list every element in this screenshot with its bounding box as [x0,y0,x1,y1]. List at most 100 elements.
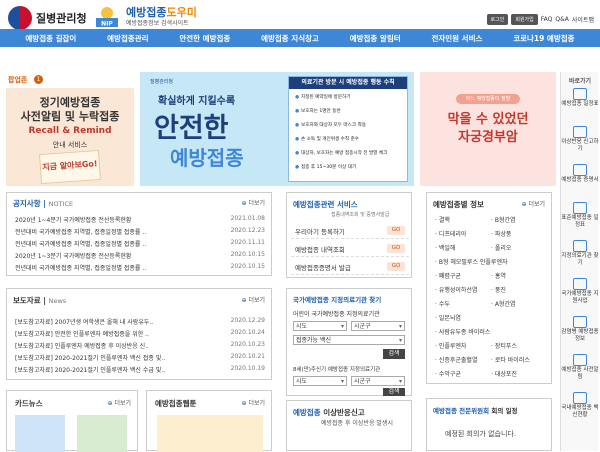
disease-item[interactable]: 결핵 [435,215,450,224]
disease-item[interactable]: 일본뇌염 [435,313,461,322]
finder-search-button[interactable]: 검색 [383,349,405,359]
service-go-badge: GO [387,226,405,235]
service-register-baby[interactable]: 우리아기 등록하기 GO [291,223,409,239]
press-row[interactable]: [보도참고자료] 2020-2021절기 인플루엔자 백신 수급 및.. [15,365,215,374]
press-row[interactable]: [보도참고자료] 인플루엔자 예방접종 후 이상반응 신.. [15,341,215,350]
adverse-desc: 예방접종 후 이상반응 발생시 [321,420,393,427]
quick-link-pre-alert[interactable]: 예방접종 사전알림 [561,354,599,380]
webtoon-panel: 예방접종웹툰 더보기 [146,390,272,452]
disease-item[interactable]: 인플루엔자 [435,341,467,350]
disease-item[interactable]: 풍진 [491,285,506,294]
sido-select-2[interactable]: 시도 [293,376,347,386]
sigungu-select-2[interactable]: 시군구 [351,376,405,386]
quick-link-label: 이상반응 신고하기 [561,139,599,152]
disease-item[interactable]: 수두 [435,299,450,308]
disease-item[interactable]: B형 헤모필루스 인플루엔자 [435,257,508,266]
webtoon-more-link[interactable]: 더보기 [242,398,265,407]
notice-more-link[interactable]: 더보기 [242,198,265,207]
webtoon-thumb[interactable] [157,415,263,452]
disease-item[interactable]: 홍역 [491,271,506,280]
disease-item[interactable]: 디프테리아 [435,229,467,238]
banner2-line2: 안전한 [154,113,229,144]
service-certificate-issue[interactable]: 예방접종증명서 발급 GO [291,259,409,275]
nip-logo-icon[interactable]: NIP [92,4,122,28]
sigungu-select[interactable]: 시군구 [351,321,405,331]
notice-row[interactable]: 전년대비 국가예방접종 지역별, 접종일정별 접종률 .. [15,227,215,236]
qna-link[interactable]: Q&A [555,16,569,23]
popup-banner-recall[interactable]: 정기예방접종 사전알림 및 누락접종 Recall & Remind 안내 서비… [6,88,134,186]
vaccine-select[interactable]: 접종가능 백신 [293,335,405,345]
notice-row[interactable]: 2020년 1~3분기 국가예방접종 전산등록현황 [15,251,215,260]
press-row[interactable]: [보도참고자료] 안전한 인플루엔자 예방접종을 위한 .. [15,329,215,338]
popup-count-badge[interactable]: 1 [34,75,43,84]
disease-item[interactable]: 대상포진 [491,369,517,378]
kdca-logo-icon[interactable] [8,6,32,30]
quick-link-standard-schedule[interactable]: 표준예방접종 일정표 [561,202,599,228]
nav-item-alerts[interactable]: 예방접종 알림터 [350,33,401,44]
cardnews-thumb[interactable] [77,415,127,452]
popup-banner-cervical-cancer[interactable]: 어느 예방접종이 정말 막을 수 있었던 자궁경부암 [420,72,556,186]
adverse-title-text-2: 이상반응신고 [323,408,365,417]
disease-item[interactable]: 백일해 [435,243,456,252]
nav-item-safety[interactable]: 안전한 예방접종 [179,33,230,44]
notice-panel: 공지사항 | NOTICE 더보기 2020년 1~4분기 국가예방접종 전산등… [6,192,272,276]
notice-title: 공지사항 | NOTICE [13,199,74,208]
nav-item-knowledge[interactable]: 예방접종 지식창고 [261,33,319,44]
notice-row[interactable]: 2020년 1~4분기 국가예방접종 전산등록현황 [15,215,215,224]
disease-item[interactable]: B형간염 [491,215,516,224]
committee-panel: 예방접종 전문위원회 회의 일정 예정된 회의가 없습니다. [426,398,552,451]
disease-item[interactable]: 사람유두종 바이러스 [435,327,491,336]
nav-item-covid19[interactable]: 코로나19 예방접종 [513,33,574,44]
disease-more-link[interactable]: 더보기 [522,199,545,208]
disease-item[interactable]: 폴리오 [491,243,512,252]
finder-search-button-2[interactable]: 검색 [383,388,405,396]
cardnews-thumb[interactable] [15,415,65,452]
quick-link-support-program[interactable]: 국가예방접종 지원사업 [561,278,599,304]
disease-item[interactable]: A형간염 [491,299,516,308]
quick-link-vaccine-status[interactable]: 국내예방접종 백신현황 [561,392,599,418]
disease-item[interactable]: 장티푸스 [491,341,517,350]
banner2-line1: 확실하게 지킬수록 [158,96,236,107]
quick-link-label: 지정의료기관 찾기 [561,253,599,266]
banner1-line3: Recall & Remind [28,126,112,136]
disease-item[interactable]: 로타 바이러스 [491,355,530,364]
org-name[interactable]: 질병관리청 [36,10,87,26]
signup-button[interactable]: 회원가입 [511,14,538,25]
disease-item[interactable]: 유행성이하선염 [435,285,478,294]
service-go-badge: GO [387,262,405,271]
cardnews-title: 카드뉴스 [15,399,43,408]
disease-item[interactable]: 수막구균 [435,369,461,378]
disease-item[interactable]: 신증후군출혈열 [435,355,478,364]
quick-link-certificate[interactable]: 예방접종 증명서 [561,164,599,184]
press-more-link[interactable]: 더보기 [242,295,265,304]
quick-link-schedule[interactable]: 예방접종 일정표 [561,88,599,108]
banner2-rules-box: 의료기관 방문 시 예방접종 행동 수칙 지정된 예약일에 방문하기 보호자는 … [288,76,408,182]
svg-text:NIP: NIP [101,21,113,28]
quick-link-adverse-report[interactable]: 이상반응 신고하기 [561,126,599,152]
sitemap-link[interactable]: 사이트맵 [572,15,594,24]
login-button[interactable]: 로그인 [486,14,509,25]
service-history-lookup[interactable]: 예방접종 내역조회 GO [291,241,409,257]
quick-link-clinic-finder[interactable]: 지정의료기관 찾기 [561,240,599,266]
press-row[interactable]: [보도참고자료] 2007년생 여학생은 올해 내 사람유두.. [15,317,215,326]
notice-row-date: 2020.10.15 [230,251,265,258]
vaccine-icon [573,392,587,404]
notice-row-date: 2021.01.08 [230,215,265,222]
press-row-date: 2020.10.21 [230,353,265,360]
banner2-rule: 접종 후 15~30분 이상 대기 [295,164,356,170]
nav-item-guide[interactable]: 예방접종 길잡이 [25,33,76,44]
cardnews-more-link[interactable]: 더보기 [108,398,131,407]
faq-link[interactable]: FAQ [541,16,553,23]
disease-item[interactable]: 폐렴구균 [435,271,461,280]
services-subtitle: 접종내역조회 및 증명서발급 [331,212,390,218]
notice-row[interactable]: 전년대비 국가예방접종 지역별, 접종일정별 접종률 .. [15,263,215,272]
quick-link-disease-info[interactable]: 감염병 예방접종 정보 [561,316,599,342]
nav-item-management[interactable]: 예방접종관리 [107,33,148,44]
popup-banner-safe-vaccination[interactable]: 질병관리청 확실하게 지킬수록 안전한 예방접종 의료기관 방문 시 예방접종 … [140,72,414,186]
press-row[interactable]: [보도참고자료] 2020-2021절기 인플루엔자 백신 접종 및.. [15,353,215,362]
banner2-rule: 대상자, 보호자는 예방 접종시작 전 발열 체크 [295,150,387,156]
sido-select[interactable]: 시도 [293,321,347,331]
nav-item-civil-service[interactable]: 전자민원 서비스 [431,33,482,44]
disease-item[interactable]: 파상풍 [491,229,512,238]
notice-row[interactable]: 전년대비 국가예방접종 지역별, 접종일정별 접종률 .. [15,239,215,248]
